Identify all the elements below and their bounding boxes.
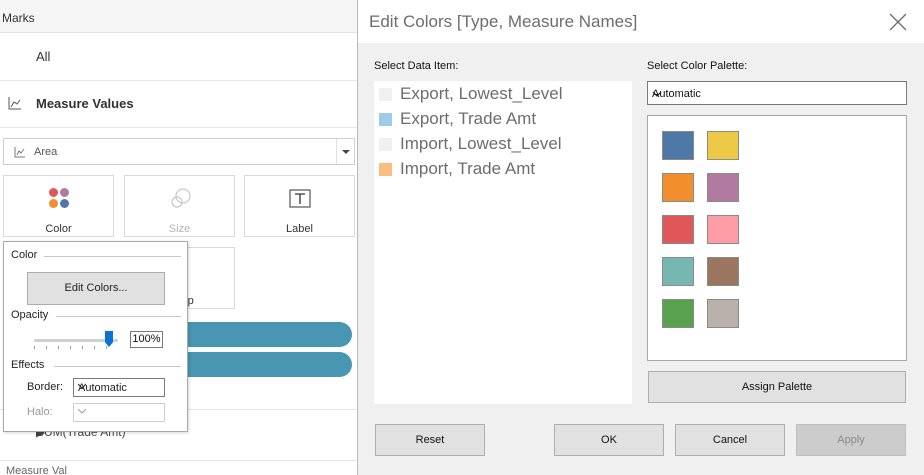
- data-item-label: Export, Trade Amt: [400, 109, 537, 128]
- palette-swatch[interactable]: [662, 257, 694, 286]
- slider-tick: [58, 346, 59, 349]
- edit-colors-button[interactable]: Edit Colors...: [27, 272, 165, 305]
- color-dot: [60, 199, 69, 208]
- opacity-slider-thumb[interactable]: [105, 331, 113, 347]
- data-item-swatch: [379, 113, 392, 126]
- size-card-label: Size: [168, 223, 191, 235]
- assign-palette-button[interactable]: Assign Palette: [648, 371, 906, 403]
- label-card-label: Label: [286, 223, 313, 235]
- opacity-section-title: Opacity: [11, 309, 49, 321]
- palette-swatch[interactable]: [707, 257, 739, 286]
- palette-swatch[interactable]: [707, 299, 739, 328]
- text-label-icon: [289, 189, 311, 208]
- size-icon: [171, 188, 191, 208]
- data-item-row[interactable]: Import, Trade Amt: [378, 158, 628, 180]
- size-card[interactable]: Size: [124, 175, 235, 237]
- slider-tick: [106, 346, 107, 349]
- area-chart-icon: [8, 97, 21, 110]
- palette-swatch[interactable]: [662, 215, 694, 244]
- halo-dropdown[interactable]: [73, 403, 165, 422]
- measure-pill[interactable]: [180, 322, 352, 347]
- close-icon[interactable]: [887, 11, 909, 33]
- data-item-swatch: [379, 88, 392, 101]
- data-item-label: Import, Lowest_Level: [400, 134, 562, 153]
- chevron-down-icon: [78, 407, 86, 415]
- palette-swatch[interactable]: [662, 173, 694, 202]
- marks-header: Marks: [0, 0, 357, 33]
- marks-title: Marks: [2, 11, 35, 25]
- data-item-swatch: [379, 163, 392, 176]
- chevron-down-icon: [652, 89, 662, 99]
- palette-swatch-grid: [647, 115, 907, 361]
- palette-swatch[interactable]: [662, 131, 694, 160]
- measure-pill[interactable]: [180, 352, 352, 377]
- divider: [54, 366, 181, 367]
- palette-swatch[interactable]: [707, 215, 739, 244]
- color-card[interactable]: Color: [3, 175, 114, 237]
- color-popup: Color Edit Colors... Opacity 100% Effect…: [3, 241, 188, 432]
- data-item-label: Import, Trade Amt: [400, 159, 536, 178]
- area-chart-icon: [14, 147, 25, 158]
- cancel-button[interactable]: Cancel: [675, 424, 785, 456]
- measure-values-row[interactable]: Measure Values: [0, 81, 357, 128]
- palette-dropdown[interactable]: Automatic: [647, 81, 907, 105]
- color-dot: [49, 199, 58, 208]
- border-dropdown[interactable]: Automatic: [73, 378, 165, 397]
- slider-tick: [34, 346, 35, 349]
- label-card[interactable]: Label: [244, 175, 355, 237]
- color-section-title: Color: [11, 249, 38, 261]
- edit-colors-dialog: Edit Colors [Type, Measure Names] Select…: [357, 0, 924, 475]
- color-dot: [49, 188, 58, 197]
- mark-type-dropdown[interactable]: Area: [3, 138, 355, 165]
- effects-section-title: Effects: [11, 359, 45, 371]
- marks-all-label: All: [36, 49, 51, 64]
- data-item-label: Export, Lowest_Level: [400, 84, 563, 103]
- ok-button[interactable]: OK: [554, 424, 664, 456]
- divider: [56, 316, 181, 317]
- divider: [44, 256, 181, 257]
- data-item-list: Export, Lowest_Level Export, Trade Amt Imp…: [374, 81, 632, 404]
- mark-type-value: Area: [34, 146, 58, 158]
- chevron-down-icon: [78, 382, 86, 390]
- data-item-row[interactable]: Export, Lowest_Level: [378, 83, 628, 105]
- apply-button[interactable]: Apply: [796, 424, 906, 456]
- opacity-slider-ticks: [34, 346, 118, 350]
- slider-tick: [82, 346, 83, 349]
- opacity-percent-field[interactable]: 100%: [130, 331, 163, 348]
- slider-tick: [94, 346, 95, 349]
- reset-button[interactable]: Reset: [375, 424, 485, 456]
- slider-tick: [46, 346, 47, 349]
- measure-values-bottom-label: Measure Val: [6, 465, 67, 475]
- border-label: Border:: [27, 381, 64, 393]
- palette-swatch[interactable]: [707, 173, 739, 202]
- halo-label: Halo:: [27, 406, 53, 418]
- data-item-swatch: [379, 138, 392, 151]
- chevron-down-icon[interactable]: [336, 139, 354, 164]
- select-data-item-label: Select Data Item:: [374, 60, 459, 72]
- dialog-title-bar: Edit Colors [Type, Measure Names]: [358, 0, 924, 43]
- data-item-row[interactable]: Import, Lowest_Level: [378, 133, 628, 155]
- select-color-palette-label: Select Color Palette:: [647, 60, 748, 72]
- color-dot: [60, 188, 69, 197]
- marks-all-row[interactable]: All: [0, 33, 357, 81]
- color-dots-icon: [49, 188, 71, 210]
- slider-tick: [70, 346, 71, 349]
- data-item-row[interactable]: Export, Trade Amt: [378, 108, 628, 130]
- dialog-title: Edit Colors [Type, Measure Names]: [369, 12, 638, 31]
- measure-values-label: Measure Values: [36, 96, 134, 111]
- palette-swatch[interactable]: [707, 131, 739, 160]
- palette-swatch[interactable]: [662, 299, 694, 328]
- color-card-label: Color: [45, 223, 72, 235]
- measure-values-row-bottom[interactable]: Measure Val: [0, 460, 357, 475]
